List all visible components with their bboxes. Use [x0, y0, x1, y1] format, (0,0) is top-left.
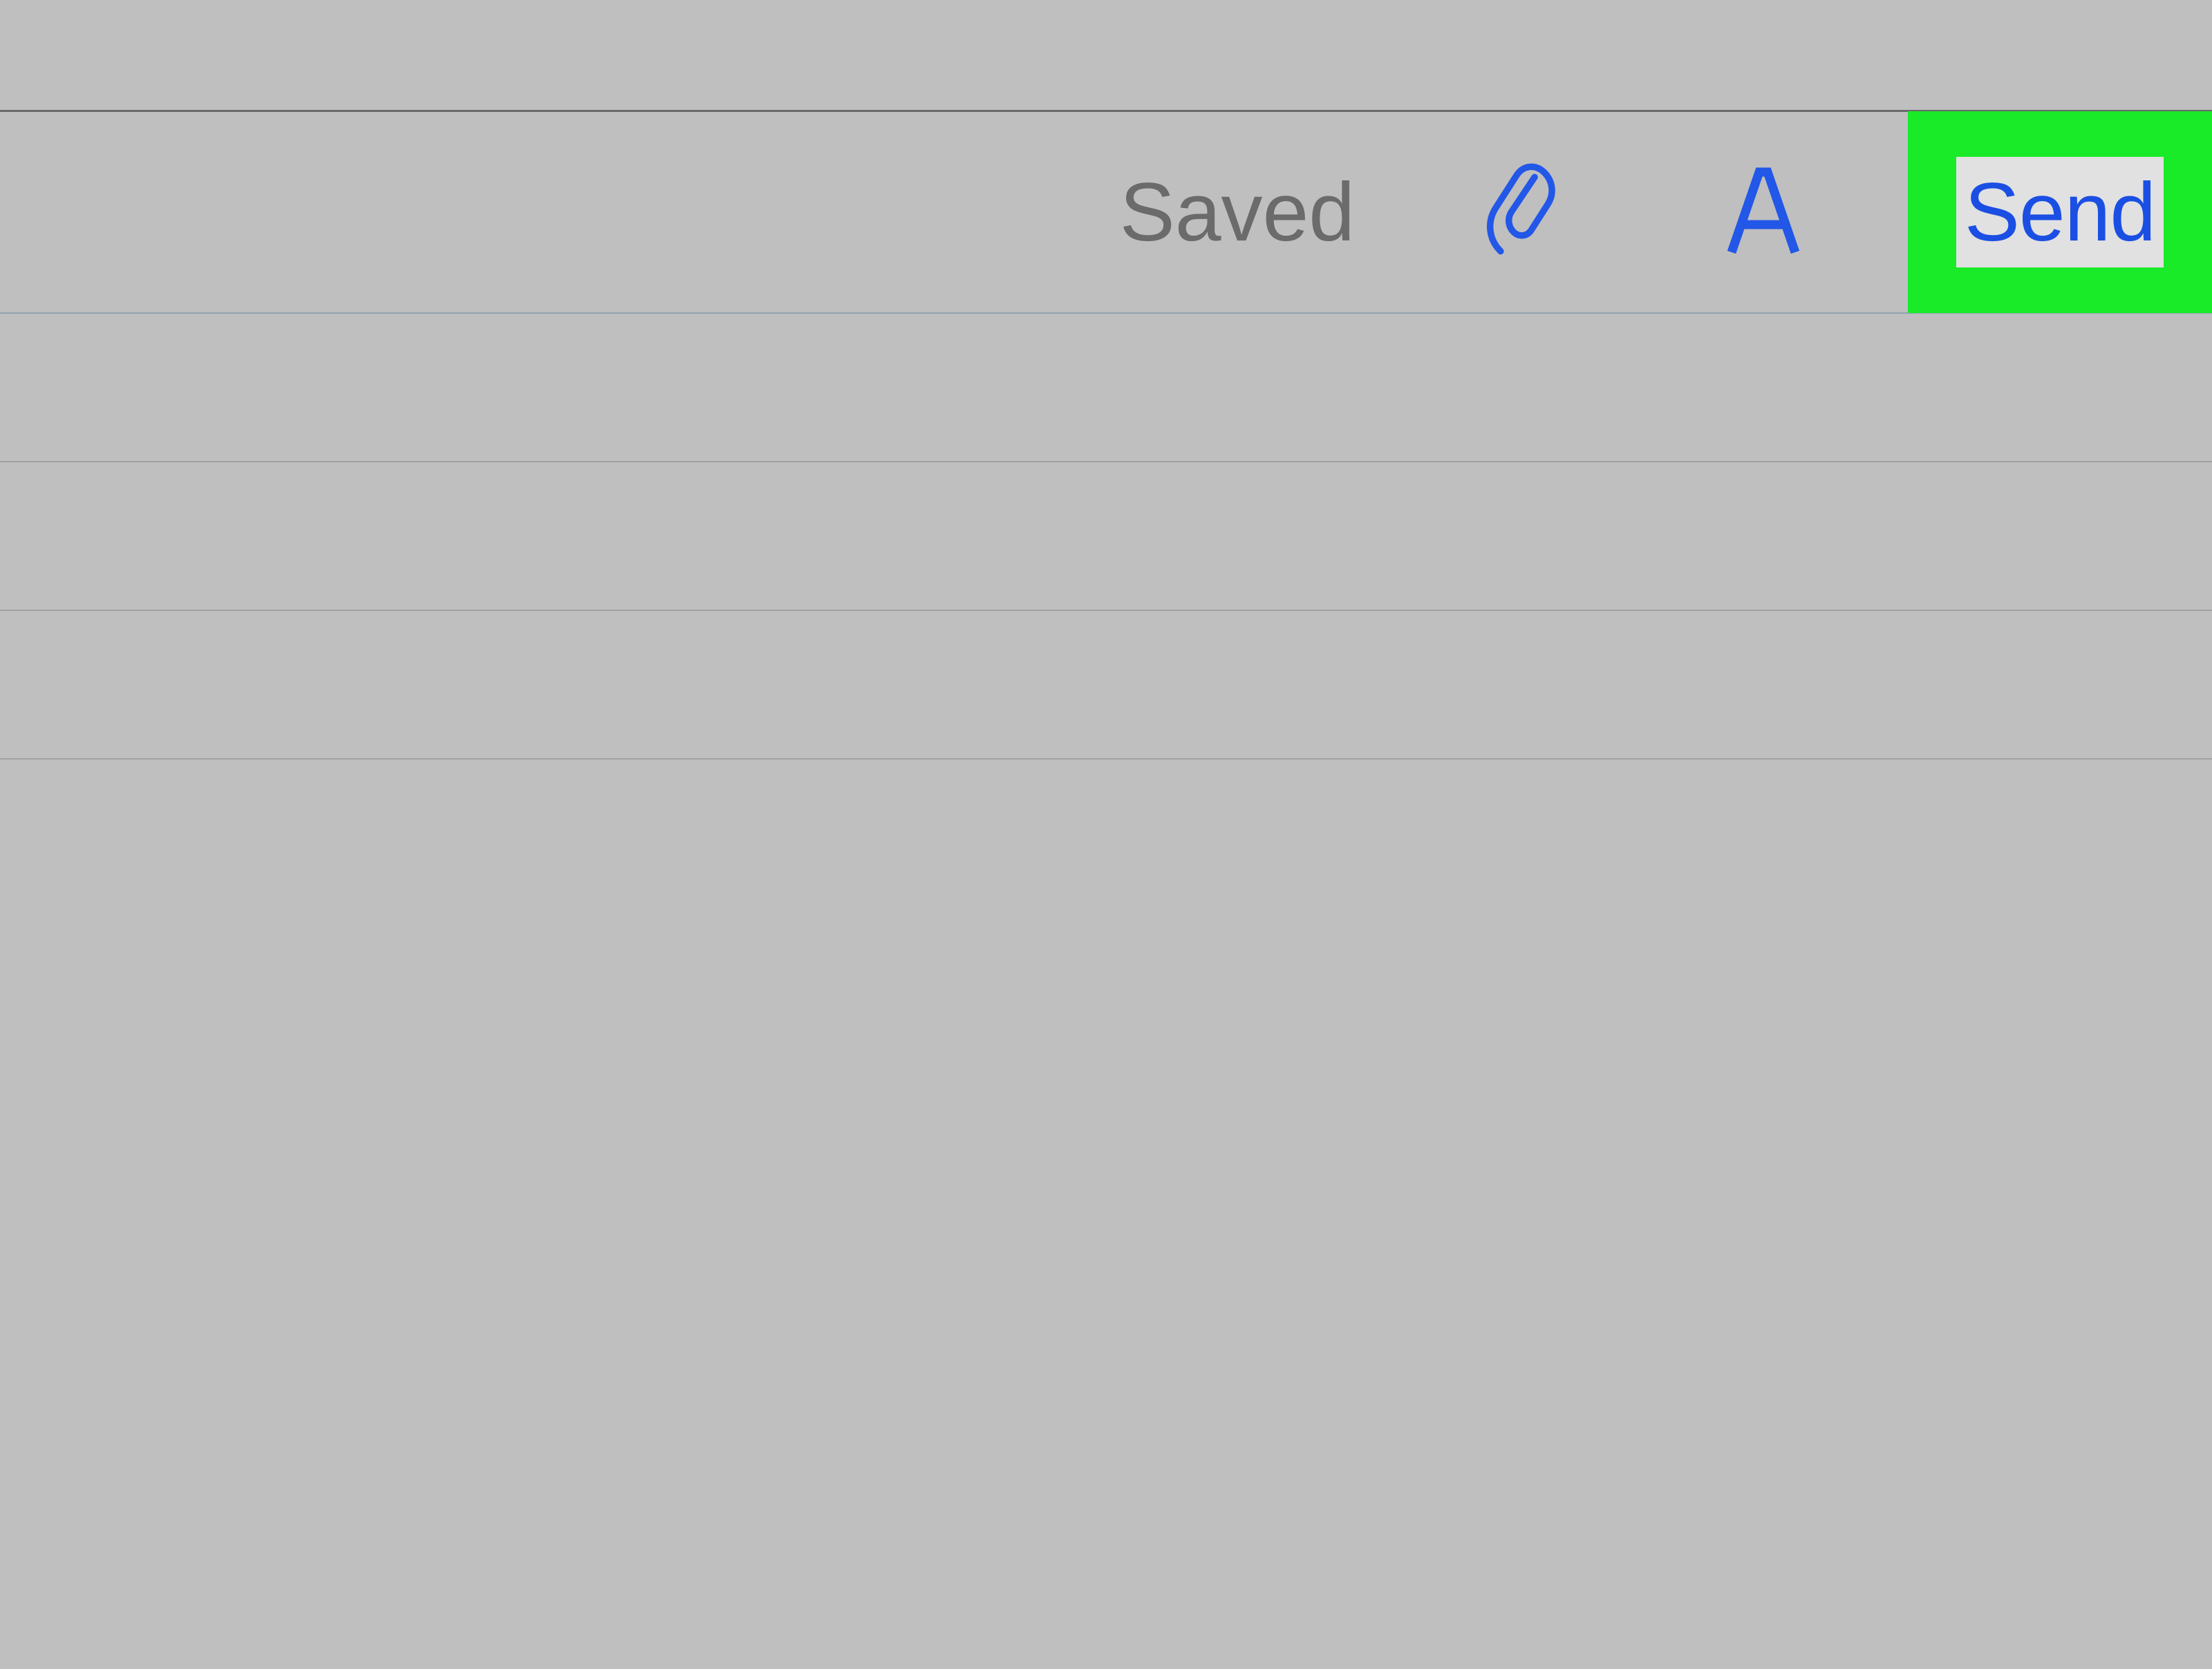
draft-status-label: Saved — [1120, 164, 1355, 260]
attachment-button[interactable] — [1472, 160, 1569, 264]
compose-field-row-2[interactable] — [0, 462, 2212, 611]
send-button[interactable]: Send — [1956, 157, 2164, 267]
top-spacer — [0, 0, 2212, 112]
compose-toolbar: Saved Send — [0, 112, 2212, 314]
compose-field-row-1[interactable] — [0, 314, 2212, 462]
text-format-button[interactable] — [1714, 160, 1811, 264]
send-button-highlight: Send — [1908, 111, 2212, 313]
font-icon — [1718, 164, 1808, 261]
paperclip-icon — [1476, 160, 1566, 264]
compose-field-row-3[interactable] — [0, 611, 2212, 760]
compose-body-area[interactable] — [0, 760, 2212, 1658]
